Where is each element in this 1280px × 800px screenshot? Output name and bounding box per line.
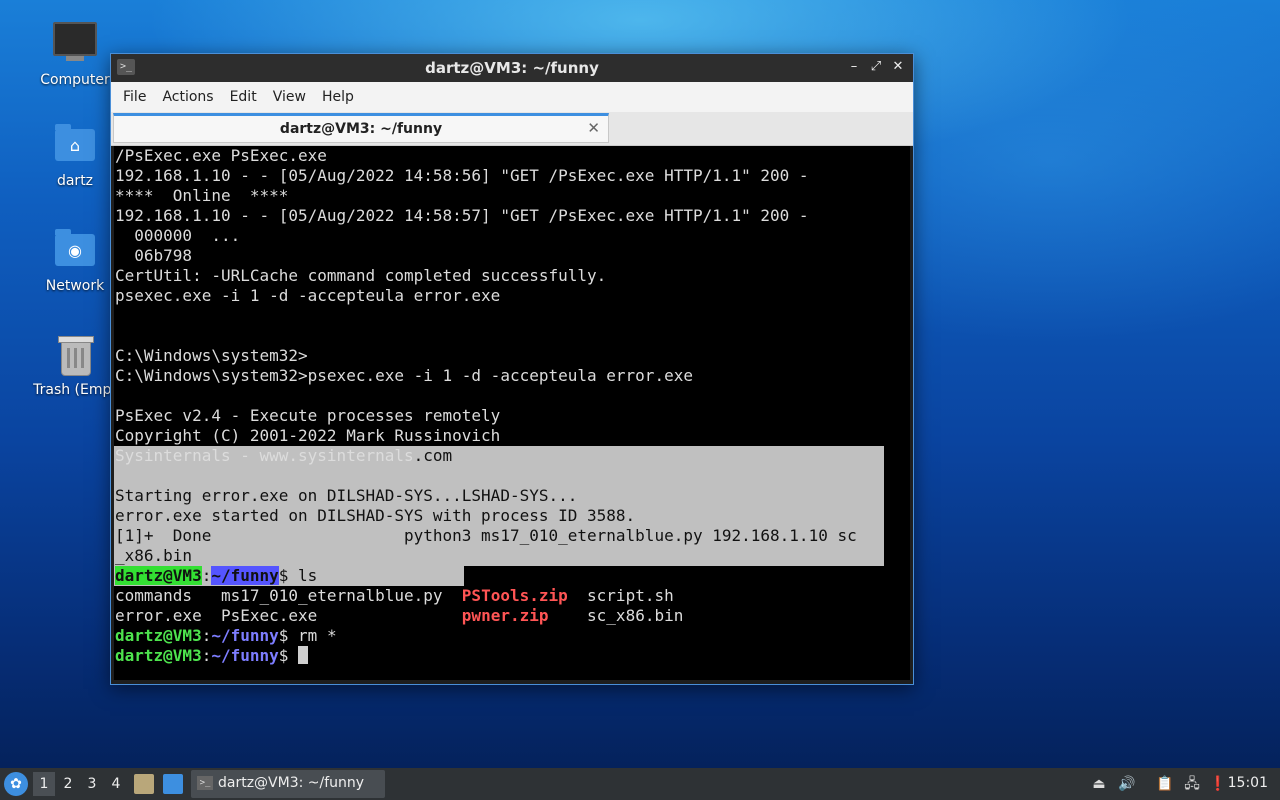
ls-entry: PsExec.exe	[220, 606, 462, 625]
terminal-line-sysinternals: Sysinternals - www.sysinternals.com	[115, 446, 857, 466]
ls-entry: commands	[115, 586, 221, 605]
prompt-dollar: $	[278, 646, 299, 665]
menu-view[interactable]: View	[265, 89, 314, 105]
network-folder-icon: ◉	[53, 228, 97, 272]
tab-title: dartz@VM3: ~/funny	[279, 121, 443, 137]
terminal-line: 06b798	[115, 246, 193, 265]
terminal-line-selected: error.exe started on DILSHAD-SYS with pr…	[115, 506, 636, 525]
ls-output-row: commands ms17_010_eternalblue.py PSTools…	[115, 586, 857, 606]
menu-file[interactable]: File	[115, 89, 154, 105]
menu-actions[interactable]: Actions	[154, 89, 221, 105]
ls-entry: ms17_010_eternalblue.py	[220, 586, 462, 605]
terminal-prompt-ls: dartz@VM3:~/funny$ ls	[115, 566, 857, 586]
command-text: rm *	[298, 626, 337, 645]
prompt-dollar: $	[278, 626, 299, 645]
tab-bar: dartz@VM3: ~/funny ✕	[111, 112, 913, 146]
window-titlebar[interactable]: >_ dartz@VM3: ~/funny – ⤢ ✕	[111, 54, 913, 82]
close-icon[interactable]: ✕	[889, 58, 907, 76]
update-notifier-icon[interactable]: ❗	[1208, 774, 1228, 794]
sysinternals-text: Sysinternals - www.sysinternals	[115, 446, 414, 465]
ls-entry: script.sh	[567, 586, 674, 605]
terminal-line: PsExec v2.4 - Execute processes remotely	[115, 406, 501, 425]
terminal-line: 192.168.1.10 - - [05/Aug/2022 14:58:57] …	[115, 206, 809, 225]
clipboard-icon[interactable]: 📋	[1155, 774, 1175, 794]
taskbar-terminal-label: dartz@VM3: ~/funny	[218, 775, 365, 791]
menubar: File Actions Edit View Help	[111, 82, 913, 112]
window-title: dartz@VM3: ~/funny	[425, 59, 599, 77]
text-cursor	[298, 646, 309, 664]
volume-icon[interactable]: 🔊	[1117, 774, 1137, 794]
terminal-line: /PsExec.exe PsExec.exe	[115, 146, 327, 165]
terminal-prompt-current[interactable]: dartz@VM3:~/funny$	[115, 646, 857, 666]
workspace-4[interactable]: 4	[105, 772, 127, 796]
prompt-dollar: $	[278, 566, 299, 585]
workspace-1[interactable]: 1	[33, 772, 55, 796]
prompt-path: ~/funny	[211, 626, 279, 645]
terminal-line: psexec.exe -i 1 -d -accepteula error.exe	[115, 286, 501, 305]
prompt-colon: :	[201, 646, 212, 665]
workspace-2[interactable]: 2	[57, 772, 79, 796]
monitor-icon	[53, 22, 97, 66]
terminal-line: CertUtil: -URLCache command completed su…	[115, 266, 607, 285]
start-menu-icon[interactable]: ✿	[4, 772, 28, 796]
show-desktop-icon[interactable]	[163, 774, 183, 794]
ls-entry: error.exe	[115, 606, 221, 625]
sysinternals-selected-text: .com	[413, 446, 453, 465]
ls-entry-archive: pwner.zip	[461, 606, 549, 625]
taskbar: ✿ 1 2 3 4 >_ dartz@VM3: ~/funny ⏏ 🔊 📋 🖧 …	[0, 768, 1280, 800]
terminal-line: C:\Windows\system32>	[115, 346, 308, 365]
tab-close-icon[interactable]: ✕	[587, 119, 600, 137]
file-manager-icon[interactable]	[134, 774, 154, 794]
clock[interactable]: 15:01	[1228, 775, 1268, 791]
terminal-output[interactable]: /PsExec.exe PsExec.exe 192.168.1.10 - - …	[114, 146, 910, 680]
terminal-line-selected: [1]+ Done python3 ms17_010_eternalblue.p…	[115, 526, 857, 545]
prompt-colon: :	[201, 566, 212, 585]
workspace-3[interactable]: 3	[81, 772, 103, 796]
command-text: ls	[298, 566, 318, 585]
prompt-colon: :	[201, 626, 212, 645]
terminal-line-selected	[115, 466, 857, 486]
terminal-task-icon: >_	[197, 776, 213, 790]
prompt-path: ~/funny	[211, 646, 279, 665]
taskbar-terminal-button[interactable]: >_ dartz@VM3: ~/funny	[191, 770, 385, 798]
prompt-path: ~/funny	[211, 566, 279, 585]
ls-output-row: error.exe PsExec.exe pwner.zip sc_x86.bi…	[115, 606, 857, 626]
eject-icon[interactable]: ⏏	[1089, 774, 1109, 794]
menu-edit[interactable]: Edit	[222, 89, 265, 105]
menu-help[interactable]: Help	[314, 89, 362, 105]
terminal-line-selected: _x86.bin	[115, 546, 193, 565]
maximize-icon[interactable]: ⤢	[867, 58, 885, 76]
terminal-line: C:\Windows\system32>psexec.exe -i 1 -d -…	[115, 366, 693, 385]
terminal-window: >_ dartz@VM3: ~/funny – ⤢ ✕ File Actions…	[110, 53, 914, 685]
terminal-line: 000000 ...	[115, 226, 241, 245]
terminal-prompt-rm: dartz@VM3:~/funny$ rm *	[115, 626, 857, 646]
terminal-tab[interactable]: dartz@VM3: ~/funny ✕	[113, 113, 609, 143]
minimize-icon[interactable]: –	[845, 58, 863, 76]
network-tray-icon[interactable]: 🖧	[1182, 774, 1202, 794]
prompt-user: dartz@VM3	[115, 646, 202, 665]
prompt-user: dartz@VM3	[115, 626, 202, 645]
terminal-line-selected: Starting error.exe on DILSHAD-SYS...LSHA…	[115, 486, 578, 505]
prompt-user: dartz@VM3	[115, 566, 202, 585]
terminal-line: **** Online ****	[115, 186, 289, 205]
ls-entry-archive: PSTools.zip	[461, 586, 568, 605]
trash-icon	[53, 332, 97, 376]
home-folder-icon: ⌂	[53, 123, 97, 167]
terminal-line: 192.168.1.10 - - [05/Aug/2022 14:58:56] …	[115, 166, 809, 185]
terminal-line: Copyright (C) 2001-2022 Mark Russinovich	[115, 426, 501, 445]
ls-entry: sc_x86.bin	[548, 606, 684, 625]
